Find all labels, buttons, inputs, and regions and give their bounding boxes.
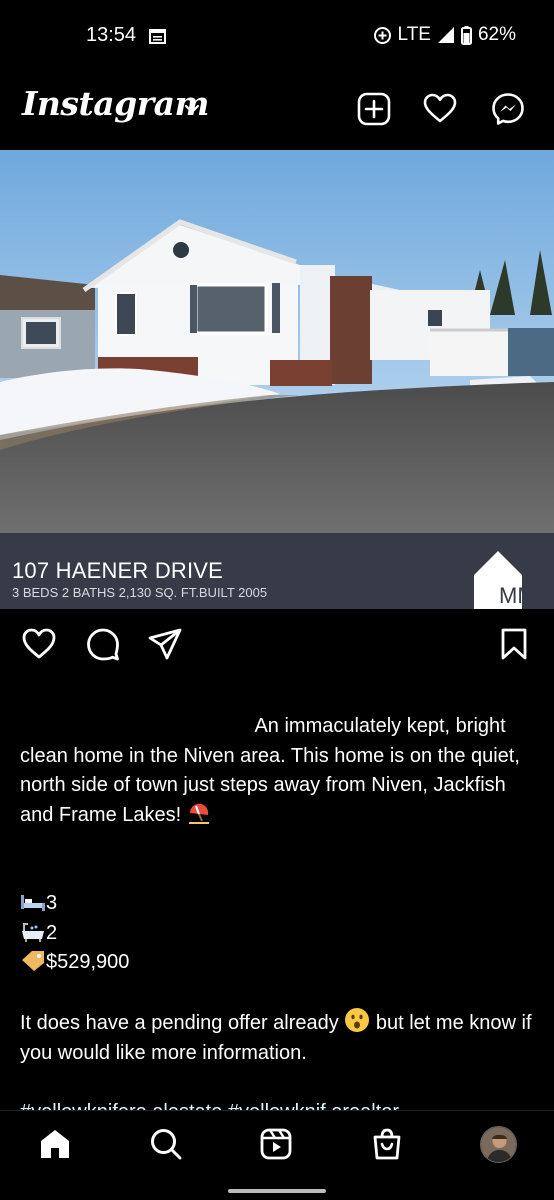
post-caption: An immaculately kept, bright clean home … xyxy=(20,712,540,1068)
profile-avatar[interactable] xyxy=(480,1126,517,1163)
battery-icon xyxy=(460,25,472,45)
bathtub-icon xyxy=(22,922,44,942)
heart-icon[interactable] xyxy=(423,92,457,126)
avatar-image xyxy=(481,1127,516,1162)
baths-count: 2 xyxy=(46,921,58,944)
like-icon[interactable] xyxy=(21,626,57,662)
caption-first-line: An immaculately kept, xyxy=(254,715,451,737)
beds-count: 3 xyxy=(46,892,58,914)
reels-icon[interactable] xyxy=(259,1127,293,1161)
data-saver-icon xyxy=(373,26,391,44)
share-icon[interactable] xyxy=(147,626,183,662)
search-icon[interactable] xyxy=(149,1127,183,1161)
home-icon[interactable] xyxy=(38,1127,72,1161)
caption-intro: An immaculately kept, bright clean home … xyxy=(20,712,540,830)
home-indicator xyxy=(228,1189,326,1193)
realtor-logo: MM xyxy=(474,551,536,609)
surprised-face-icon xyxy=(345,1008,370,1032)
blurred-username[interactable] xyxy=(20,717,250,737)
beds-line: 3 xyxy=(20,889,540,919)
calendar-icon xyxy=(149,29,166,44)
post-actions xyxy=(0,620,554,668)
signal-icon xyxy=(437,27,454,43)
instagram-logo[interactable]: Instagram xyxy=(22,84,209,123)
listing-price: $529,900 xyxy=(46,951,130,973)
bed-icon xyxy=(21,895,45,911)
offer-line: It does have a pending offer already but… xyxy=(20,1007,540,1068)
shop-icon[interactable] xyxy=(370,1127,404,1161)
network-label: LTE xyxy=(397,24,431,45)
comment-icon[interactable] xyxy=(85,626,121,662)
post-image[interactable] xyxy=(0,150,554,533)
house-photo xyxy=(0,150,554,533)
messenger-icon[interactable] xyxy=(491,92,525,126)
offer-text-before: It does have a pending offer already xyxy=(20,1012,339,1034)
new-post-icon[interactable] xyxy=(357,92,391,126)
app-header: Instagram xyxy=(0,78,554,140)
listing-details: 3 BEDS 2 BATHS 2,130 SQ. FT.BUILT 2005 xyxy=(12,585,268,600)
price-line: $529,900 xyxy=(20,948,540,978)
beach-umbrella-icon xyxy=(188,803,209,824)
status-time: 13:54 xyxy=(86,24,137,46)
listing-address: 107 HAENER DRIVE xyxy=(12,558,224,583)
listing-banner: 107 HAENER DRIVE 3 BEDS 2 BATHS 2,130 SQ… xyxy=(0,533,554,609)
battery-percent: 62% xyxy=(477,24,516,45)
brand-mark: MM xyxy=(499,583,536,608)
chevron-down-icon[interactable] xyxy=(184,104,200,114)
baths-line: 2 xyxy=(20,919,540,949)
status-bar: 13:54 LTE 62% xyxy=(0,0,554,72)
save-icon[interactable] xyxy=(496,626,532,662)
price-tag-icon xyxy=(22,951,44,971)
bottom-nav xyxy=(0,1110,554,1200)
status-indicators: LTE 62% xyxy=(373,24,516,46)
